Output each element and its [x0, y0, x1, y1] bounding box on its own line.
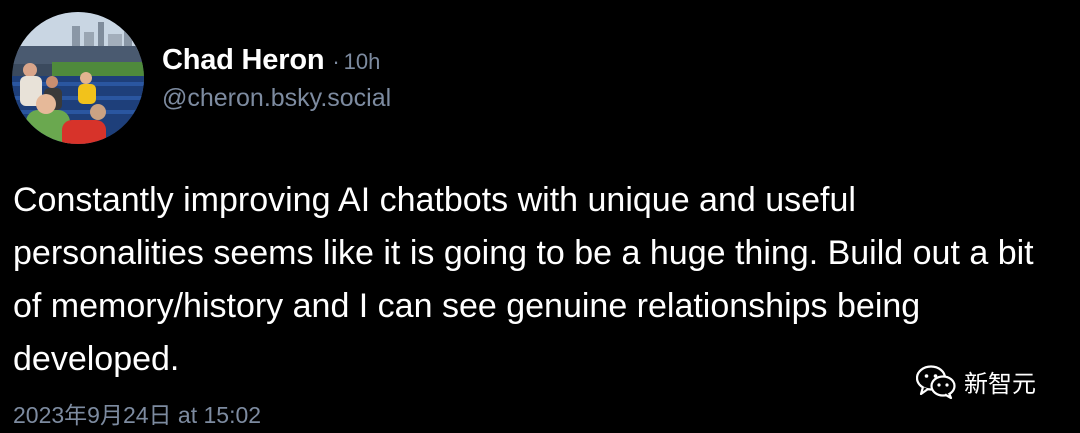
watermark: 新智元: [916, 364, 1036, 399]
post-text: Constantly improving AI chatbots with un…: [13, 181, 1034, 378]
post-age[interactable]: 10h: [344, 49, 381, 74]
avatar[interactable]: [12, 12, 144, 144]
wechat-icon: [916, 364, 956, 399]
avatar-image: [12, 12, 144, 144]
post-card: Chad Heron · 10h @cheron.bsky.social Const…: [0, 0, 1080, 433]
author-handle[interactable]: @cheron.bsky.social: [162, 84, 391, 113]
separator-dot: ·: [332, 49, 340, 74]
post-timestamp: 2023年9月24日 at 15:02: [13, 402, 262, 428]
author-display-name[interactable]: Chad Heron: [162, 44, 325, 76]
watermark-text: 新智元: [964, 370, 1036, 398]
author-line: Chad Heron · 10h: [162, 44, 380, 77]
